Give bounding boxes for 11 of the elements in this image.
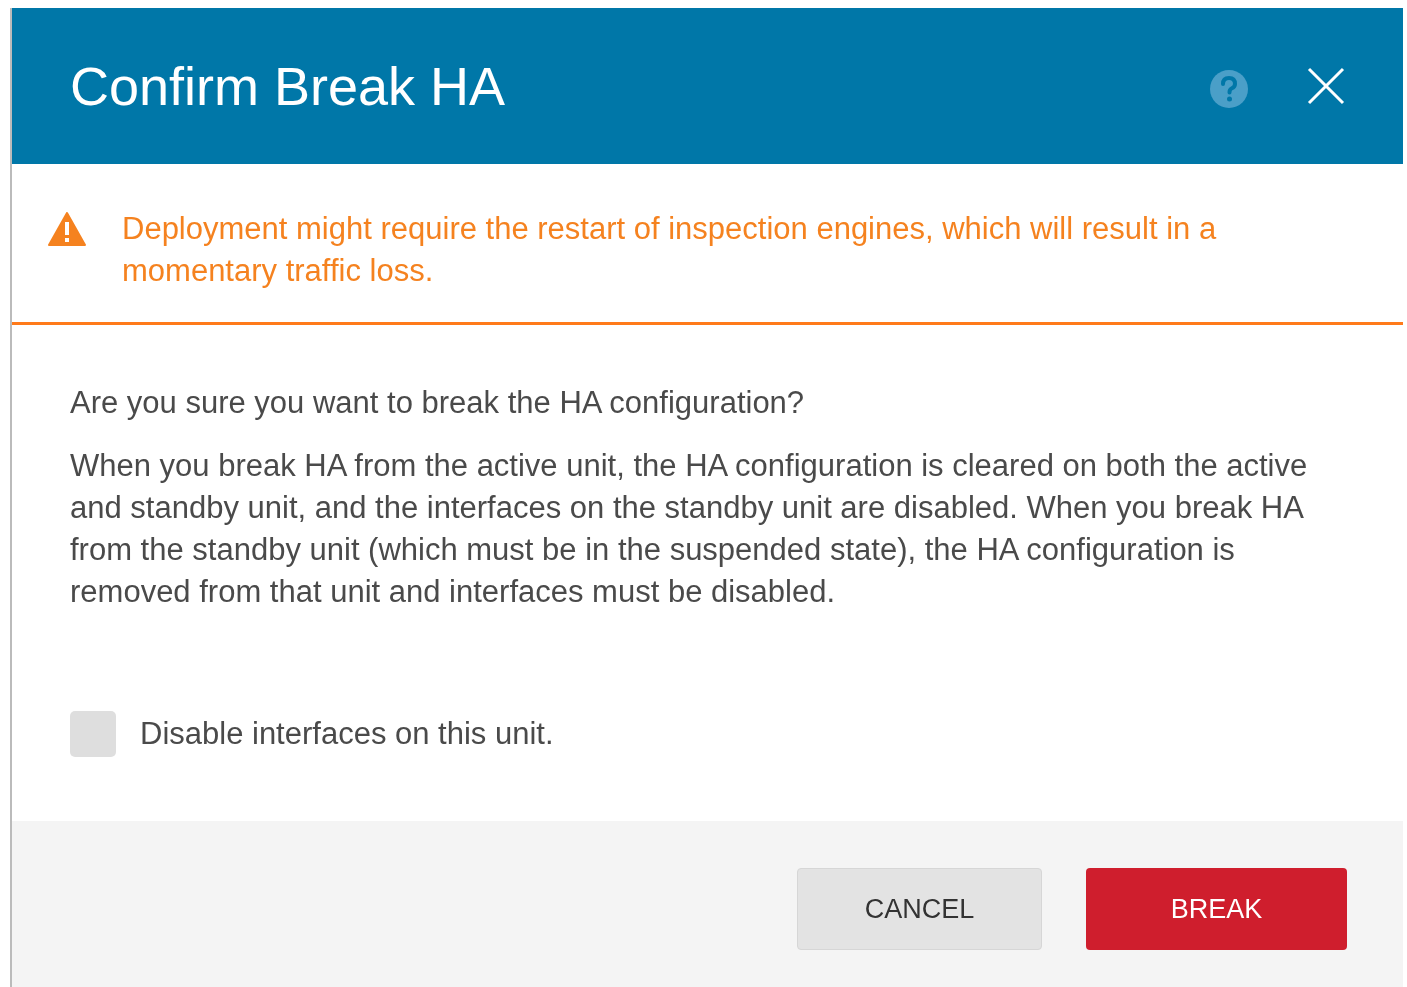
close-icon[interactable] [1307,67,1345,105]
dialog-title: Confirm Break HA [70,55,507,117]
description-text: When you break HA from the active unit, the HA configuration is cleared on both the active and standby unit, and the interfaces on the standby unit are disabled. When you break HA from the standby unit (which must be in the suspended state), the HA configuration is removed from that unit and interfaces must be disabled. [70,447,1309,611]
cancel-button[interactable]: CANCEL [797,868,1042,950]
checkbox-label: Disable interfaces on this unit. [140,716,554,752]
question-text: Are you sure you want to break the HA configuration? [70,384,806,422]
break-button[interactable]: BREAK [1086,868,1347,950]
help-icon[interactable] [1209,69,1249,109]
checkbox[interactable] [70,711,116,757]
warning-icon [48,212,86,246]
warning-message: Deployment might require the restart of inspection engines, which will result in a momentary traffic loss. [122,210,1218,290]
